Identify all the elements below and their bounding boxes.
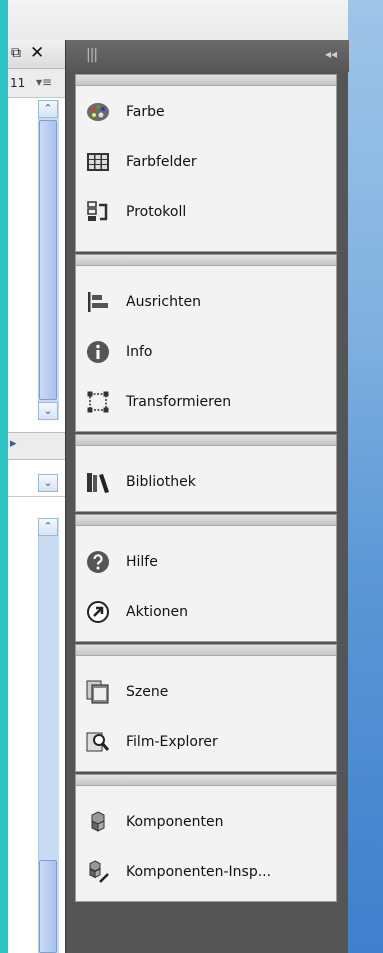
panel-item-label: Transformieren [126, 394, 232, 410]
panel-item-bibliothek[interactable]: Bibliothek [86, 465, 326, 499]
swatches-icon [87, 153, 109, 171]
components-icon [91, 811, 105, 832]
left-panel-toolbar: 11 ▾≡ [8, 69, 65, 98]
panel-item-hilfe[interactable]: Hilfe [86, 545, 326, 579]
collapse-icon[interactable]: ◂◂ [325, 47, 337, 61]
panel-item-farbe[interactable]: Farbe [86, 95, 326, 129]
top-bar [8, 0, 348, 40]
group-header[interactable] [76, 255, 336, 266]
panel-menu-icon[interactable]: ▾≡ [36, 75, 52, 89]
panel-item-protokoll[interactable]: Protokoll [86, 195, 326, 229]
panel-dock: ||| ◂◂ Farbe Farbfelder Protokoll Ausric… [65, 40, 349, 953]
panel-item-transformieren[interactable]: Transformieren [86, 385, 326, 419]
scrollbar-thumb[interactable] [39, 120, 57, 400]
panel-group: Ausrichten Info Transformieren [75, 254, 337, 432]
component-inspector-icon [89, 860, 109, 883]
dock-header: ||| ◂◂ [66, 40, 349, 72]
panel-item-label: Farbe [126, 104, 165, 120]
transform-icon [87, 391, 109, 413]
actions-icon [87, 601, 109, 623]
scroll-up-button-2[interactable]: ⌃ [38, 518, 58, 536]
group-header[interactable] [76, 645, 336, 656]
scroll-up-button[interactable]: ⌃ [38, 100, 58, 118]
group-header[interactable] [76, 435, 336, 446]
group-header[interactable] [76, 75, 336, 86]
help-icon [87, 551, 109, 573]
left-panel-separator: ▸ [8, 432, 65, 460]
dropdown-button[interactable]: ⌄ [38, 474, 58, 492]
panel-group: Farbe Farbfelder Protokoll [75, 74, 337, 252]
panel-group: Hilfe Aktionen [75, 514, 337, 642]
grip-icon[interactable]: ||| [86, 47, 98, 63]
panel-item-label: Bibliothek [126, 474, 196, 490]
panel-item-label: Hilfe [126, 554, 158, 570]
library-icon [87, 473, 109, 493]
close-icon[interactable]: ✕ [30, 43, 44, 63]
panel-item-label: Protokoll [126, 204, 187, 220]
history-icon [87, 201, 108, 221]
left-panel: ⧉ ✕ 11 ▾≡ ⌃ ⌄ ▸ ⌄ ⌃ [8, 40, 66, 953]
panel-item-komponenten[interactable]: Komponenten [86, 805, 326, 839]
scene-icon [86, 680, 109, 704]
expand-arrow-icon[interactable]: ▸ [10, 436, 17, 451]
panel-item-label: Szene [126, 684, 169, 700]
panel-item-label: Info [126, 344, 153, 360]
info-icon [87, 341, 109, 363]
panel-item-label: Film-Explorer [126, 734, 218, 750]
layer-number: 11 [10, 76, 26, 90]
scroll-down-button[interactable]: ⌄ [38, 402, 58, 420]
left-panel-dropdown[interactable]: ⌄ [8, 470, 65, 497]
panel-item-info[interactable]: Info [86, 335, 326, 369]
panel-item-label: Ausrichten [126, 294, 201, 310]
panel-item-label: Aktionen [126, 604, 188, 620]
restore-icon[interactable]: ⧉ [11, 45, 21, 61]
palette-icon [87, 103, 109, 121]
movie-explorer-icon [86, 732, 110, 752]
panel-group: Szene Film-Explorer [75, 644, 337, 772]
scrollbar-thumb-2[interactable] [39, 860, 57, 953]
panel-item-szene[interactable]: Szene [86, 675, 326, 709]
panel-item-farbfelder[interactable]: Farbfelder [86, 145, 326, 179]
group-header[interactable] [76, 515, 336, 526]
panel-item-label: Komponenten [126, 814, 224, 830]
panel-group: Komponenten Komponenten-Insp... [75, 774, 337, 902]
left-panel-titlebar: ⧉ ✕ [8, 40, 65, 69]
panel-item-ausrichten[interactable]: Ausrichten [86, 285, 326, 319]
panel-item-aktionen[interactable]: Aktionen [86, 595, 326, 629]
panel-item-film-explorer[interactable]: Film-Explorer [86, 725, 326, 759]
desktop-background [348, 0, 383, 953]
panel-group: Bibliothek [75, 434, 337, 512]
panel-item-label: Komponenten-Insp... [126, 864, 272, 880]
panel-item-komponenten-inspektor[interactable]: Komponenten-Insp... [86, 855, 326, 889]
panel-item-label: Farbfelder [126, 154, 197, 170]
group-header[interactable] [76, 775, 336, 786]
align-icon [88, 292, 108, 312]
